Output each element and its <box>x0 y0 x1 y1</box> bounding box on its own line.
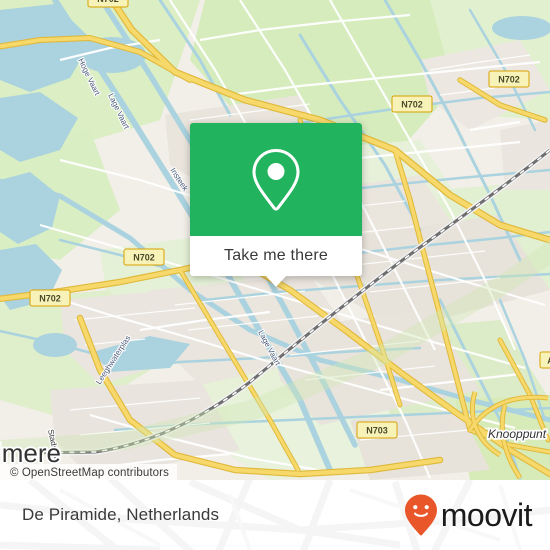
map-pin-icon <box>252 148 300 211</box>
moovit-logo[interactable]: moovit <box>403 493 533 537</box>
svg-text:N702: N702 <box>498 75 520 85</box>
card-pointer-tail <box>265 275 287 287</box>
svg-text:Knooppunt: Knooppunt <box>488 427 547 441</box>
svg-text:N702: N702 <box>133 253 155 263</box>
shield-n702-top: N702 <box>87 0 129 8</box>
take-me-there-label: Take me there <box>224 247 328 264</box>
shield-n702-right: N702 <box>488 70 530 88</box>
svg-text:N703: N703 <box>366 426 388 436</box>
svg-text:N702: N702 <box>39 294 61 304</box>
shield-n703: N703 <box>356 421 398 439</box>
screenshot-root: Hoge Vaart Lage Vaart Insteek Lage Vaart… <box>0 0 550 550</box>
card-icon-panel <box>190 123 362 236</box>
svg-text:N702: N702 <box>97 0 119 4</box>
svg-text:N702: N702 <box>401 100 423 110</box>
footer-content: De Piramide, Netherlands moovit <box>0 480 550 550</box>
footer-bar: De Piramide, Netherlands moovit <box>0 480 550 550</box>
card-action-panel[interactable]: Take me there <box>190 236 362 287</box>
shield-a6: A6 <box>539 351 550 369</box>
moovit-pin-smiley-icon <box>404 494 437 536</box>
place-title: De Piramide, Netherlands <box>22 505 220 524</box>
shield-n702-left: N702 <box>29 289 71 307</box>
take-me-there-card[interactable]: Take me there <box>190 123 362 287</box>
osm-attribution[interactable]: © OpenStreetMap contributors <box>0 464 177 480</box>
moovit-wordmark: moovit <box>440 497 533 533</box>
shield-n702-mid: N702 <box>391 95 433 113</box>
shield-n702-left-mid: N702 <box>123 248 165 266</box>
